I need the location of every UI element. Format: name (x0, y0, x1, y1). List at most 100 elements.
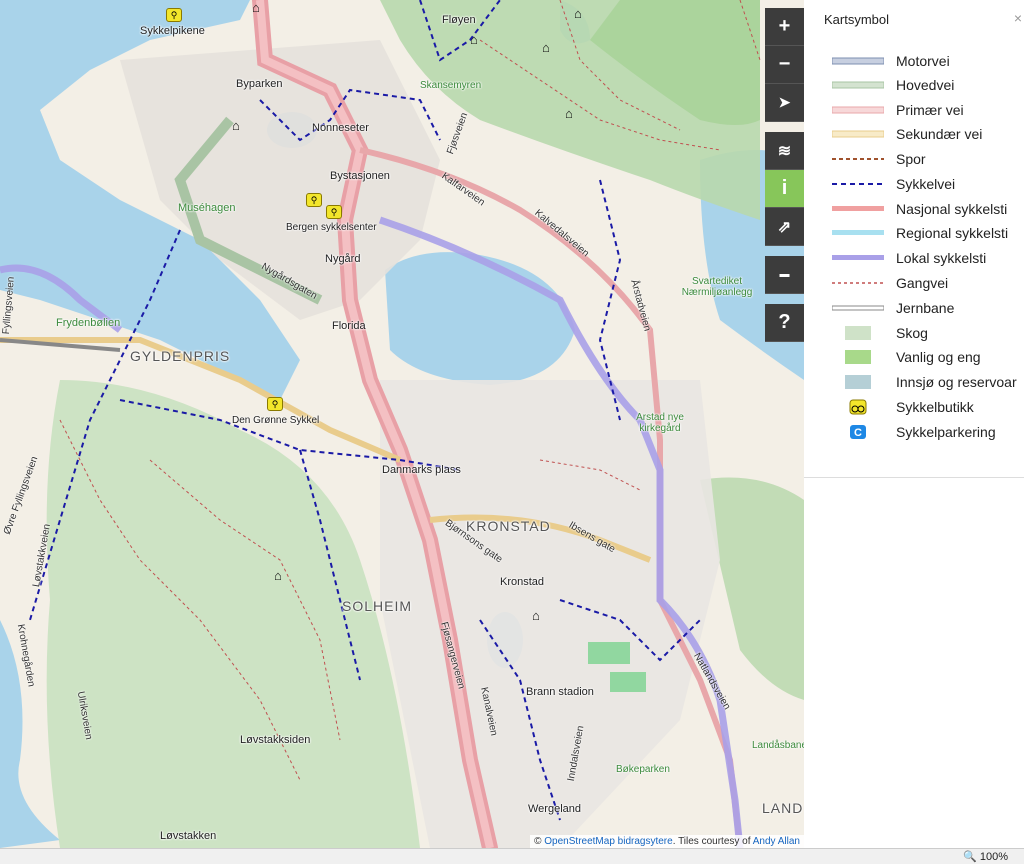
legend-item-lake: Innsjø og reservoar (832, 371, 1017, 393)
place-label: Bøkeparken (616, 764, 670, 775)
place-label: Wergeland (528, 803, 581, 815)
legend-panel: Kartsymbol × Motorvei Hovedvei Primær ve… (804, 0, 1024, 478)
legend-label: Sykkelvei (896, 176, 956, 192)
place-label: Den Grønne Sykkel (232, 415, 320, 426)
place-label: KRONSTAD (466, 518, 551, 534)
svg-text:C: C (854, 427, 862, 439)
info-button[interactable]: i (765, 170, 804, 208)
shelter-icon: ⌂ (542, 40, 550, 55)
place-label: Kronstad (500, 576, 545, 588)
zoom-level[interactable]: 🔍 100% (963, 850, 1008, 863)
bicycle-shop-icon[interactable]: ⚲ (166, 8, 182, 22)
legend-label: Regional sykkelsti (896, 225, 1009, 241)
legend-item-track: Spor (832, 148, 926, 170)
place-label: Svartediket Nærmiljøanlegg (681, 276, 753, 298)
legend-label: Nasjonal sykkelsti (896, 201, 1008, 217)
place-label: Bystasjonen (330, 170, 390, 182)
legend-label: Jernbane (896, 300, 955, 316)
share-button[interactable]: ⇗ (765, 208, 804, 246)
footway-dashed-line-icon (832, 275, 884, 291)
place-label: Sykkelpikene (140, 25, 205, 37)
legend-item-trunk: Hovedvei (832, 74, 954, 96)
place-label: Skansemyren (420, 80, 482, 91)
cycleway-dashed-line-icon (832, 176, 884, 192)
legend-item-regional-route: Regional sykkelsti (832, 222, 1008, 244)
legend-item-primary: Primær vei (832, 99, 964, 121)
legend-label: Skog (896, 325, 928, 341)
place-label: Løvstakksiden (240, 734, 311, 746)
place-label: Nygård (325, 253, 361, 265)
legend-item-secondary: Sekundær vei (832, 123, 982, 145)
legend-label: Lokal sykkelsti (896, 250, 987, 266)
zoom-out-button[interactable]: − (765, 46, 804, 84)
primary-line-icon (832, 102, 884, 118)
legend-item-bicycle-parking: C Sykkelparkering (832, 421, 996, 443)
close-icon[interactable]: × (1014, 10, 1022, 26)
legend-label: Vanlig og eng (896, 349, 981, 365)
place-label: Danmarks plass (382, 464, 461, 476)
bicycle-shop-icon[interactable]: ⚲ (267, 397, 283, 411)
shelter-icon: ⌂ (565, 106, 573, 121)
shelter-icon: ⌂ (274, 568, 282, 583)
zoom-level-value: 100% (979, 851, 1008, 863)
tiles-text: . Tiles courtesy of (672, 836, 753, 847)
map-attribution: © OpenStreetMap bidragsytere. Tiles cour… (530, 835, 804, 848)
place-label: Fløyen (442, 14, 476, 26)
comment-button[interactable]: ▬ (765, 256, 804, 294)
legend-label: Gangvei (896, 275, 949, 291)
legend-item-national-route: Nasjonal sykkelsti (832, 198, 1007, 220)
lake-fill-icon (832, 374, 884, 390)
legend-label: Sykkelbutikk (896, 399, 974, 415)
layers-button[interactable]: ≋ (765, 132, 804, 170)
track-dashed-line-icon (832, 151, 884, 167)
place-label: Muséhagen (178, 202, 236, 214)
place-label: Nonneseter (312, 122, 369, 134)
bicycle-shop-icon[interactable]: ⚲ (326, 205, 342, 219)
legend-item-bicycle-shop: Sykkelbutikk (832, 396, 974, 418)
legend-label: Motorvei (896, 53, 950, 69)
legend-item-motorway: Motorvei (832, 50, 950, 72)
shelter-icon: ⌂ (470, 32, 478, 47)
legend-item-cycleway: Sykkelvei (832, 173, 955, 195)
place-label: Brann stadion (526, 686, 594, 698)
bicycle-shop-icon[interactable]: ⚲ (306, 193, 322, 207)
place-label: SOLHEIM (342, 598, 413, 614)
place-label: Florida (332, 320, 366, 332)
copyright-text: © (534, 836, 545, 847)
motorway-line-icon (832, 53, 884, 69)
secondary-line-icon (832, 126, 884, 142)
shelter-icon: ⌂ (532, 608, 540, 623)
place-label: Frydenbølien (56, 317, 121, 329)
forest-fill-icon (832, 325, 884, 341)
legend-label: Sykkelparkering (896, 424, 996, 440)
regional-route-line-icon (832, 225, 884, 241)
trunk-line-icon (832, 77, 884, 93)
legend-label: Innsjø og reservoar (896, 374, 1017, 390)
bicycle-shop-icon (832, 399, 884, 415)
zoom-in-button[interactable]: + (765, 8, 804, 46)
railway-line-icon (832, 300, 884, 316)
help-button[interactable]: ? (765, 304, 804, 342)
map-view[interactable]: Sykkelpikene Byparken Nonneseter Bystasj… (0, 0, 804, 848)
legend-label: Primær vei (896, 102, 964, 118)
place-label: Arstad nye kirkegård (636, 412, 684, 434)
locate-button[interactable]: ➤ (765, 84, 804, 122)
status-bar: 🔍 100% (0, 848, 1024, 864)
national-route-line-icon (832, 201, 884, 217)
legend-item-footway: Gangvei (832, 272, 948, 294)
shelter-icon: ⌂ (574, 6, 582, 21)
author-link[interactable]: Andy Allan (753, 836, 800, 847)
place-label: Landåsbanen (752, 740, 804, 751)
place-label: Byparken (236, 78, 283, 90)
shelter-icon: ⌂ (232, 118, 240, 133)
place-label: LAND (762, 800, 804, 816)
meadow-fill-icon (832, 349, 884, 365)
legend-label: Spor (896, 151, 926, 167)
legend-label: Hovedvei (896, 77, 955, 93)
osm-link[interactable]: OpenStreetMap bidragsytere (544, 836, 672, 847)
legend-label: Sekundær vei (896, 126, 983, 142)
place-label: Bergen sykkelsenter (286, 222, 377, 233)
place-label: Løvstakken (160, 830, 217, 842)
map-controls: + − ➤ ≋ i ⇗ ▬ ? (765, 8, 804, 342)
shelter-icon: ⌂ (252, 0, 260, 15)
